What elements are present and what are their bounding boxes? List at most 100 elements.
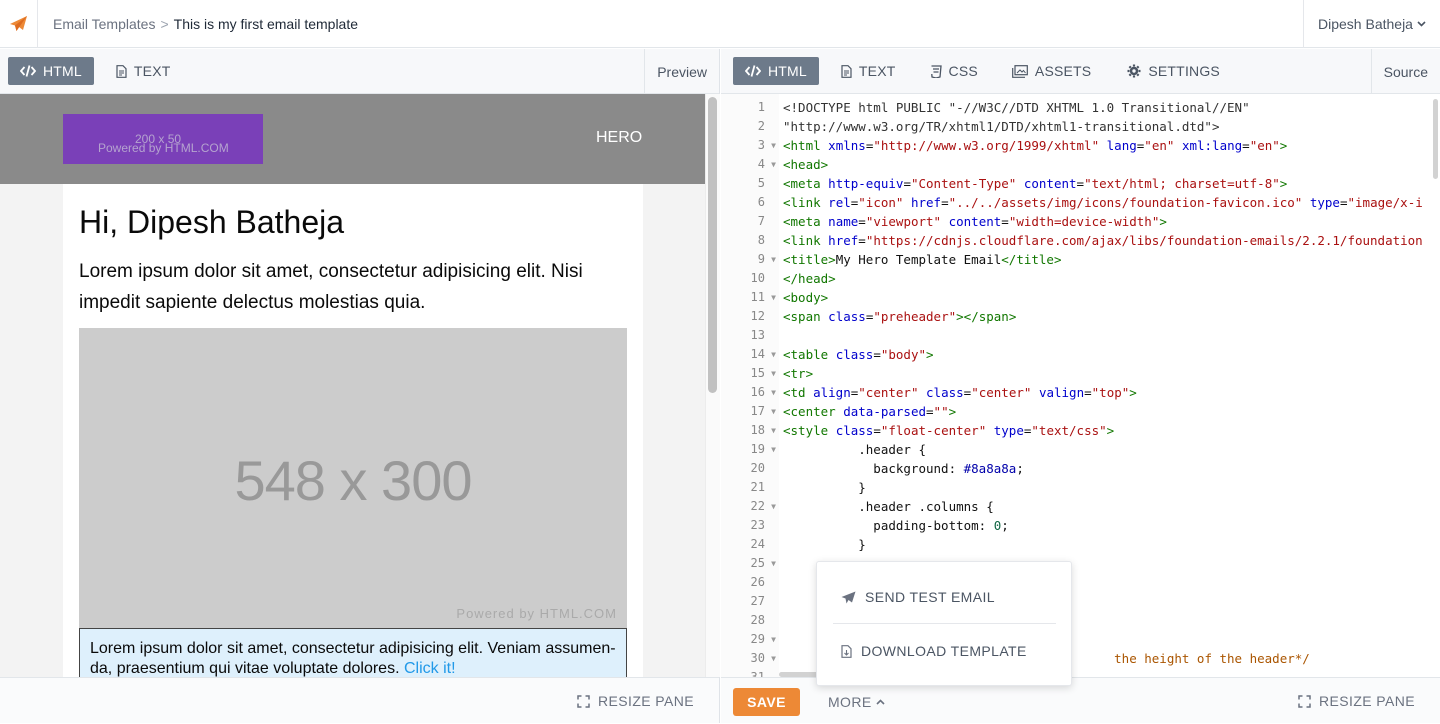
menu-item-send-test-email[interactable]: SEND TEST EMAIL [841,589,995,605]
save-button[interactable]: SAVE [733,688,800,716]
fold-arrow-icon[interactable]: ▼ [765,288,782,307]
tab-preview-html[interactable]: HTML [8,57,94,85]
fold-arrow-icon[interactable]: ▼ [765,364,782,383]
breadcrumb: Email Templates > This is my first email… [38,16,358,32]
expand-icon [1298,694,1311,708]
fold-arrow-icon[interactable]: ▼ [765,155,782,174]
code-line[interactable]: 21 } [721,478,1440,497]
callout-link[interactable]: Click it! [404,660,456,677]
code-token: "center" [971,385,1032,400]
code-token: "body" [880,347,927,362]
tab-source-html[interactable]: HTML [733,57,819,85]
code-line[interactable]: 20 background: #8a8a8a; [721,459,1440,478]
fold-arrow-icon[interactable]: ▼ [765,345,782,364]
line-number: 13 [750,328,765,342]
code-token: </title> [1001,252,1062,267]
user-menu[interactable]: Dipesh Batheja [1303,0,1440,48]
line-number: 30 [750,651,765,665]
more-button[interactable]: MORE [828,688,885,716]
code-line[interactable]: 4 ▼ <head> [721,155,1440,174]
tab-preview-text[interactable]: TEXT [104,57,183,85]
code-token: <meta [783,214,821,229]
code-token: "en" [1249,138,1280,153]
menu-item-download-template[interactable]: DOWNLOAD TEMPLATE [841,643,1027,659]
logo-powered: Powered by HTML.COM [98,141,229,155]
tab-source-css[interactable]: CSS [918,57,990,85]
fold-arrow-icon[interactable]: ▼ [765,250,782,269]
code-line[interactable]: 24 } [721,535,1440,554]
fold-arrow-icon[interactable]: ▼ [765,440,782,459]
code-line[interactable]: 23 padding-bottom: 0; [721,516,1440,535]
code-token: <center [783,404,836,419]
fold-arrow-icon[interactable]: ▼ [765,554,782,573]
code-token: ; [1001,518,1009,533]
code-line[interactable]: 16 ▼ <td align="center" class="center" val… [721,383,1440,402]
callout-text-2: da, praesentium qui vitae voluptate dolo… [90,660,404,677]
code-line[interactable]: 7 <meta name="viewport" content="width=de… [721,212,1440,231]
code-line[interactable]: 17 ▼ <center data-parsed=""> [721,402,1440,421]
preview-scrollbar-thumb[interactable] [708,97,717,393]
code-line[interactable]: 22 ▼ .header .columns { [721,497,1440,516]
fold-arrow-icon[interactable]: ▼ [765,497,782,516]
code-text: <style class="float-center" type="text/c… [782,421,1114,440]
code-line[interactable]: 2 "http://www.w3.org/TR/xhtml1/DTD/xhtml1… [721,117,1440,136]
code-line[interactable]: 10 </head> [721,269,1440,288]
fold-arrow-icon[interactable]: ▼ [765,649,782,668]
code-line[interactable]: 18 ▼ <style class="float-center" type="tex… [721,421,1440,440]
fold-arrow-icon[interactable]: ▼ [765,421,782,440]
code-text: "http://www.w3.org/TR/xhtml1/DTD/xhtml1-… [782,117,1220,136]
code-line[interactable]: 6 <link rel="icon" href="../../assets/img… [721,193,1440,212]
code-line[interactable]: 3 ▼ <html xmlns = "http://www.w3.org/1999/xh… [721,136,1440,155]
code-line[interactable]: 1 <!DOCTYPE html PUBLIC "-//W3C//DTD XHTM… [721,98,1440,117]
fold-arrow-icon[interactable]: ▼ [765,630,782,649]
code-line[interactable]: 15 ▼ <tr> [721,364,1440,383]
code-line[interactable]: 8 <link href="https://cdnjs.cloudflare.co… [721,231,1440,250]
code-token: "image/x-i [1347,195,1423,210]
code-text: <meta http-equiv="Content-Type" content=… [782,174,1287,193]
code-text: } [782,478,866,497]
code-text: .header .columns { [782,497,993,516]
code-line[interactable]: 13 [721,326,1440,345]
code-line[interactable]: 9 ▼ <title>My Hero Template Email</title> [721,250,1440,269]
code-text: <center data-parsed=""> [782,402,956,421]
tab-source-settings[interactable]: SETTINGS [1115,57,1232,85]
code-token: "http://www.w3.org/1999/xhtml" [873,138,1100,153]
tab-source-text[interactable]: TEXT [829,57,908,85]
line-number: 27 [750,594,765,608]
menu-item-label: SEND TEST EMAIL [865,589,995,605]
breadcrumb-email-templates[interactable]: Email Templates [53,16,155,32]
code-token: > [1279,176,1288,191]
code-token: = [858,214,866,229]
tab-label: TEXT [858,63,896,79]
menu-item-label: DOWNLOAD TEMPLATE [861,643,1027,659]
image-placeholder: 548 x 300 Powered by HTML.COM [79,328,627,628]
code-line[interactable]: 11 ▼ <body> [721,288,1440,307]
fold-arrow-icon[interactable]: ▼ [765,383,782,402]
code-token: http-equiv [828,176,904,191]
code-line[interactable]: 14 ▼ <table class="body"> [721,345,1440,364]
resize-pane-right-button[interactable]: RESIZE PANE [1298,678,1415,724]
code-line[interactable]: 5 <meta http-equiv="Content-Type" content… [721,174,1440,193]
line-number: 4 [757,157,765,171]
email-preview[interactable]: 200 x 50 Powered by HTML.COM HERO Hi, Di… [0,94,705,677]
editor-scrollbar[interactable] [1433,99,1438,179]
code-text: <!DOCTYPE html PUBLIC "-//W3C//DTD XHTML… [782,98,1250,117]
fold-arrow-icon[interactable]: ▼ [765,136,782,155]
code-token: <span [783,309,821,324]
line-number: 22 [750,499,765,513]
tab-source-assets[interactable]: ASSETS [1000,57,1103,85]
fold-arrow-icon[interactable]: ▼ [765,402,782,421]
code-line[interactable]: 12 <span class="preheader"></span> [721,307,1440,326]
code-line[interactable]: 19 ▼ .header { [721,440,1440,459]
line-number: 17 [750,404,765,418]
code-token: "" [933,404,949,419]
app-logo[interactable] [0,0,38,48]
resize-pane-left-button[interactable]: RESIZE PANE [577,678,694,724]
breadcrumb-current: This is my first email template [173,15,359,32]
